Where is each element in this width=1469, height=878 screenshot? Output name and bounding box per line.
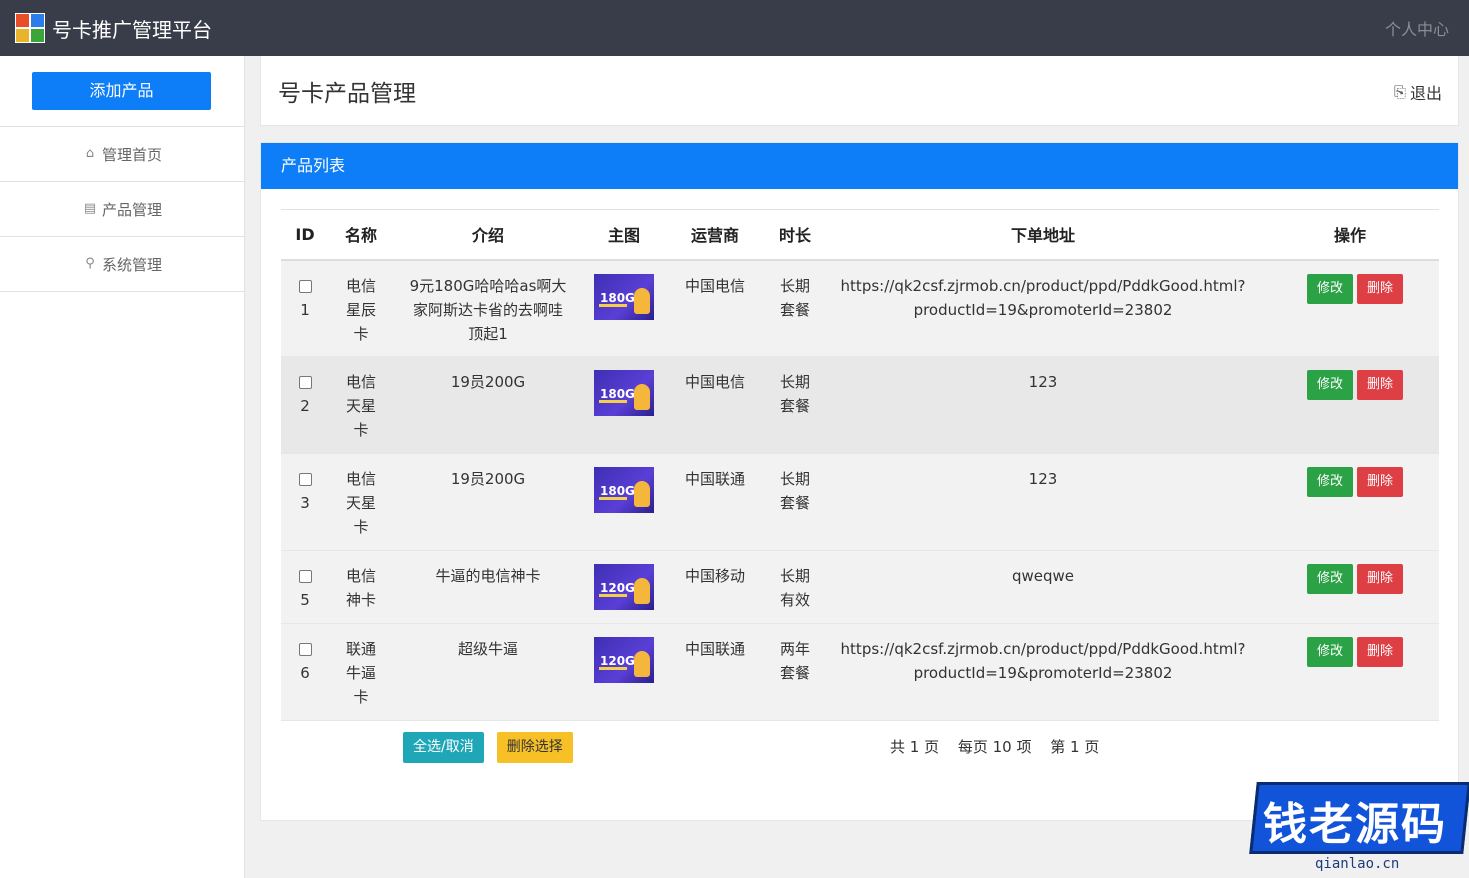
edit-button[interactable]: 修改 [1307,637,1353,667]
row-duration: 长期套餐 [779,276,810,319]
row-name: 联通牛逼卡 [345,640,376,706]
row-intro: 牛逼的电信神卡 [435,567,541,585]
row-name: 电信神卡 [345,567,376,609]
column-header-carrier: 运营商 [690,226,739,246]
table-row: 1 电信星辰卡 9元180G哈哈哈as啊大家阿斯达卡省的去啊哇顶起1 180G … [281,259,1439,357]
row-checkbox[interactable] [298,570,312,583]
sidebar-item-label: 系统管理 [101,255,162,274]
app-title: 号卡推广管理平台 [52,17,212,42]
row-intro: 19员200G [450,373,526,391]
select-all-button[interactable]: 全选/取消 [403,732,484,763]
row-image: 180G [594,370,654,416]
row-name: 电信天星卡 [345,373,376,439]
table-row: 5 电信神卡 牛逼的电信神卡 120G 中国移动 长期有效 qweqwe 修改删… [281,550,1439,624]
row-carrier: 中国电信 [684,276,745,295]
home-icon: ⌂ [85,146,95,161]
delete-button[interactable]: 删除 [1357,564,1403,594]
delete-button[interactable]: 删除 [1357,370,1403,400]
watermark-text: 钱老源码 [1263,799,1447,850]
table-row: 6 联通牛逼卡 超级牛逼 120G 中国联通 两年套餐 https://qk2c… [281,623,1439,721]
row-duration: 两年套餐 [779,640,810,682]
user-icon: ⚲ [85,256,95,271]
row-image: 180G [594,467,654,513]
row-duration: 长期套餐 [779,373,810,415]
row-order-url: 123 [1028,470,1058,488]
delete-selected-button[interactable]: 删除选择 [496,732,573,763]
edit-button[interactable]: 修改 [1307,564,1353,594]
row-name: 电信天星卡 [345,470,376,536]
page-title: 号卡产品管理 [278,81,416,107]
edit-button[interactable]: 修改 [1307,273,1353,304]
row-intro: 9元180G哈哈哈as啊大家阿斯达卡省的去啊哇顶起1 [409,276,567,343]
delete-button[interactable]: 删除 [1357,273,1403,304]
sidebar: 添加产品 ⌂ 管理首页 ▤ 产品管理 ⚲ 系统管理 [0,56,245,878]
row-order-url: https://qk2csf.zjrmob.cn/product/ppd/Pdd… [840,640,1246,682]
sidebar-item-label: 产品管理 [101,200,162,219]
column-header-intro: 介绍 [471,226,504,246]
product-list-card: 产品列表 ID 名称 介绍 主图 运营商 时长 下单地址 操作 1 电信星辰卡 … [260,142,1459,821]
row-image: 120G [594,564,654,610]
row-image: 120G [594,637,654,683]
logout-link[interactable]: ⎘ 退出 [1394,80,1442,104]
row-carrier: 中国电信 [684,373,745,391]
product-list-heading: 产品列表 [261,143,1458,189]
column-header-name: 名称 [344,226,377,246]
table-row: 2 电信天星卡 19员200G 180G 中国电信 长期套餐 123 修改 删除 [281,356,1439,454]
delete-button[interactable]: 删除 [1357,637,1403,667]
user-center-link[interactable]: 个人中心 [1385,16,1449,40]
table-row: 3 电信天星卡 19员200G 180G 中国联通 长期套餐 123 修改 删除 [281,453,1439,551]
document-icon: ▤ [83,201,97,216]
watermark: 钱老源码 qianlao.cn [1245,768,1469,878]
pager-per-page: 每页 10 项 [957,738,1032,756]
row-id: 1 [300,300,310,319]
row-id: 3 [300,494,310,512]
sidebar-item-label: 管理首页 [101,145,162,164]
row-order-url: 123 [1028,373,1058,391]
row-checkbox[interactable] [298,376,312,389]
row-duration: 长期套餐 [779,470,810,512]
app-logo [15,13,45,43]
column-header-actions: 操作 [1333,226,1366,246]
row-carrier: 中国联通 [684,470,745,488]
row-intro: 19员200G [450,470,526,488]
row-intro: 超级牛逼 [457,640,518,658]
row-order-url: qweqwe [1011,567,1075,585]
row-id: 6 [300,664,310,682]
edit-button[interactable]: 修改 [1307,467,1353,497]
row-carrier: 中国移动 [684,567,745,585]
pager-current: 第 1 页 [1050,738,1100,756]
edit-button[interactable]: 修改 [1307,370,1353,400]
row-checkbox[interactable] [298,279,312,293]
sidebar-item-home[interactable]: ⌂ 管理首页 [0,127,245,182]
pager-total: 共 1 页 [890,738,940,756]
column-header-duration: 时长 [778,226,811,246]
column-header-id: ID [295,224,315,244]
sidebar-nav: ⌂ 管理首页 ▤ 产品管理 ⚲ 系统管理 [0,126,245,292]
pagination: 共 1 页 每页 10 项 第 1 页 [890,736,1113,757]
row-name: 电信星辰卡 [345,276,376,343]
table-header-row: ID 名称 介绍 主图 运营商 时长 下单地址 操作 [281,209,1439,260]
page-header: 号卡产品管理 ⎘ 退出 [260,56,1459,126]
add-product-button[interactable]: 添加产品 [32,72,211,110]
sidebar-item-products[interactable]: ▤ 产品管理 [0,182,245,237]
sidebar-item-system[interactable]: ⚲ 系统管理 [0,237,245,292]
watermark-url: qianlao.cn [1315,856,1400,872]
row-id: 2 [300,397,310,415]
product-table: ID 名称 介绍 主图 运营商 时长 下单地址 操作 1 电信星辰卡 9元180… [281,209,1439,721]
logout-label: 退出 [1409,84,1442,103]
row-checkbox[interactable] [298,473,312,486]
row-id: 5 [300,591,310,609]
column-header-order-url: 下单地址 [1010,226,1075,246]
bulk-actions: 全选/取消 删除选择 [403,732,573,763]
delete-button[interactable]: 删除 [1357,467,1403,497]
row-duration: 长期有效 [779,567,810,609]
logout-icon: ⎘ [1393,83,1406,101]
row-carrier: 中国联通 [684,640,745,658]
row-checkbox[interactable] [298,643,312,656]
column-header-image: 主图 [607,226,640,246]
top-bar: 号卡推广管理平台 个人中心 [0,0,1469,56]
row-image: 180G [594,273,654,320]
row-order-url: https://qk2csf.zjrmob.cn/product/ppd/Pdd… [840,276,1246,319]
